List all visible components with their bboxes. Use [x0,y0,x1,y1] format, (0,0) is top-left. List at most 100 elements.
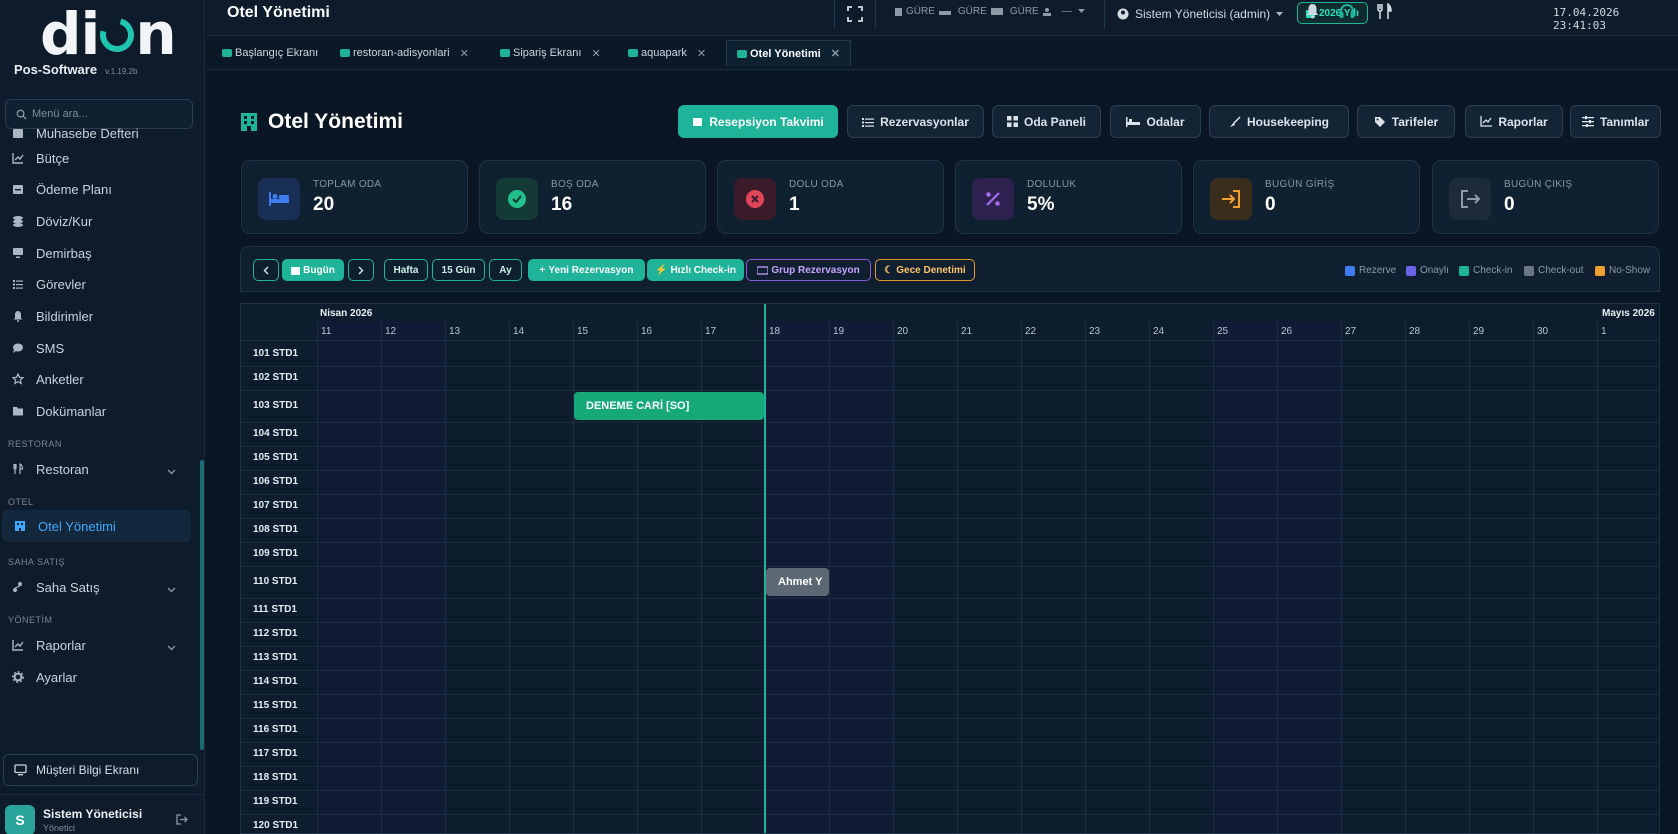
tab-icon [500,49,510,57]
sidebar-item-gorevler[interactable]: Görevler [0,267,198,301]
tab-icon [340,49,350,57]
nav-tarifeler[interactable]: Tarifeler [1357,105,1455,138]
new-reservation-button[interactable]: + Yeni Rezervasyon [528,259,645,281]
sidebar-item-otel-yonetimi[interactable]: Otel Yönetimi [2,510,191,542]
sidebar-item-raporlar[interactable]: Raporlar [0,628,198,662]
room-label[interactable]: 115 STD1 [253,700,297,711]
reservation-block[interactable]: DENEME CARİ [SO] [574,392,764,420]
room-label[interactable]: 118 STD1 [253,772,297,783]
room-label[interactable]: 102 STD1 [253,372,298,383]
close-icon[interactable]: ✕ [460,47,469,60]
room-label[interactable]: 117 STD1 [253,748,297,759]
nav-raporlar[interactable]: Raporlar [1465,105,1563,138]
x-circle-icon [734,178,776,220]
grid-line [1533,322,1534,833]
stat-dash: — [1061,6,1072,17]
grid-line [509,322,510,833]
room-label[interactable]: 109 STD1 [253,548,298,559]
sidebar-item-demirbas[interactable]: Demirbaş [0,236,198,270]
view-15days-button[interactable]: 15 Gün [432,259,485,281]
day-header: 20 [897,326,909,337]
nav-oda-paneli[interactable]: Oda Paneli [992,105,1101,138]
sidebar-item-restoran[interactable]: Restoran [0,452,198,486]
reservation-block[interactable]: Ahmet Y [766,568,829,596]
tab-aquapark[interactable]: aquapark ✕ [618,40,706,66]
close-icon[interactable]: ✕ [591,47,600,60]
room-label[interactable]: 111 STD1 [253,604,297,615]
logout-icon [1449,178,1491,220]
day-header: 1 [1601,326,1607,337]
tab-baslangic[interactable]: Başlangıç Ekranı [212,40,318,66]
sidebar-item-odeme-plani[interactable]: Ödeme Planı [0,172,198,206]
tab-siparis[interactable]: Sipariş Ekranı ✕ [490,40,601,66]
room-label[interactable]: 120 STD1 [253,820,298,831]
quick-checkin-button[interactable]: ⚡ Hızlı Check-in [647,259,744,281]
user-menu[interactable]: Sistem Yöneticisi (admin) [1104,0,1289,28]
sidebar-item-bildirimler[interactable]: Bildirimler [0,299,198,333]
room-label[interactable]: 119 STD1 [253,796,297,807]
sidebar-item-saha-satis[interactable]: Saha Satış [0,570,198,604]
sliders-icon [1581,116,1594,127]
grid-line [1341,322,1342,833]
room-label[interactable]: 103 STD1 [253,400,298,411]
sidebar-item-anketler[interactable]: Anketler [0,362,198,396]
user-name: Sistem Yöneticisi [43,807,143,821]
room-label[interactable]: 114 STD1 [253,676,297,687]
star-icon [11,372,25,386]
tab-otel-yonetimi[interactable]: Otel Yönetimi ✕ [726,40,851,66]
page-title: Otel Yönetimi [227,4,330,21]
sidebar-item-sms[interactable]: SMS [0,331,198,365]
header-stats: GÜRE GÜRE GÜRE — [894,6,1085,17]
view-month-button[interactable]: Ay [489,259,522,281]
folder-icon [11,404,25,418]
room-label[interactable]: 105 STD1 [253,452,298,463]
room-label[interactable]: 108 STD1 [253,524,298,535]
view-week-button[interactable]: Hafta [384,259,428,281]
room-label[interactable]: 110 STD1 [253,576,297,587]
day-header: 11 [321,326,332,337]
grid-line [241,814,1659,815]
customer-screen-button[interactable]: Müşteri Bilgi Ekranı [3,754,198,786]
card-label: TOPLAM ODA [313,179,382,190]
group-reservation-button[interactable]: Grup Rezervasyon [746,259,871,281]
today-button[interactable]: Bugün [282,259,344,281]
night-audit-button[interactable]: ☾ Gece Denetimi [875,259,975,281]
nav-rezervasyonlar[interactable]: Rezervasyonlar [847,105,984,138]
bed-icon [1126,116,1141,127]
room-label[interactable]: 116 STD1 [253,724,297,735]
utensils-icon [11,462,25,476]
grid-line [241,718,1659,719]
logout-icon[interactable] [176,812,188,830]
chevron-down-icon [167,639,176,654]
fullscreen-button[interactable] [834,0,876,28]
sidebar-item-butce[interactable]: Bütçe [0,141,198,175]
headset-icon[interactable] [1338,3,1356,26]
section-saha-satis: SAHA SATIŞ [8,557,65,567]
nav-resepsiyon-takvimi[interactable]: Resepsiyon Takvimi [678,105,838,138]
calendar-icon [693,118,703,126]
next-button[interactable] [348,259,374,281]
tab-restoran-adisyonlari[interactable]: restoran-adisyonlari ✕ [330,40,469,66]
nav-housekeeping[interactable]: Housekeeping [1209,105,1349,138]
nav-tanimlar[interactable]: Tanımlar [1570,105,1661,138]
close-icon[interactable]: ✕ [831,47,840,60]
room-label[interactable]: 107 STD1 [253,500,298,511]
room-label[interactable]: 113 STD1 [253,652,297,663]
sidebar-item-doviz[interactable]: Döviz/Kur [0,204,198,238]
room-label[interactable]: 104 STD1 [253,428,298,439]
broom-icon [1229,115,1241,127]
room-label[interactable]: 106 STD1 [253,476,298,487]
utensils-icon[interactable] [1376,2,1392,25]
reception-calendar[interactable]: Nisan 2026 Mayıs 2026 11 12 13 14 15 16 17 18 19… [240,303,1660,834]
close-icon[interactable]: ✕ [697,47,706,60]
nav-odalar[interactable]: Odalar [1110,105,1201,138]
day-header: 25 [1217,326,1229,337]
sidebar-item-dokumanlar[interactable]: Dokümanlar [0,394,198,428]
room-label[interactable]: 112 STD1 [253,628,297,639]
room-label[interactable]: 101 STD1 [253,348,298,359]
sidebar-scrollbar[interactable] [200,460,204,750]
bell-icon[interactable] [1305,3,1320,24]
prev-button[interactable] [253,259,279,281]
tab-icon [628,49,638,57]
sidebar-item-ayarlar[interactable]: Ayarlar [0,660,198,694]
